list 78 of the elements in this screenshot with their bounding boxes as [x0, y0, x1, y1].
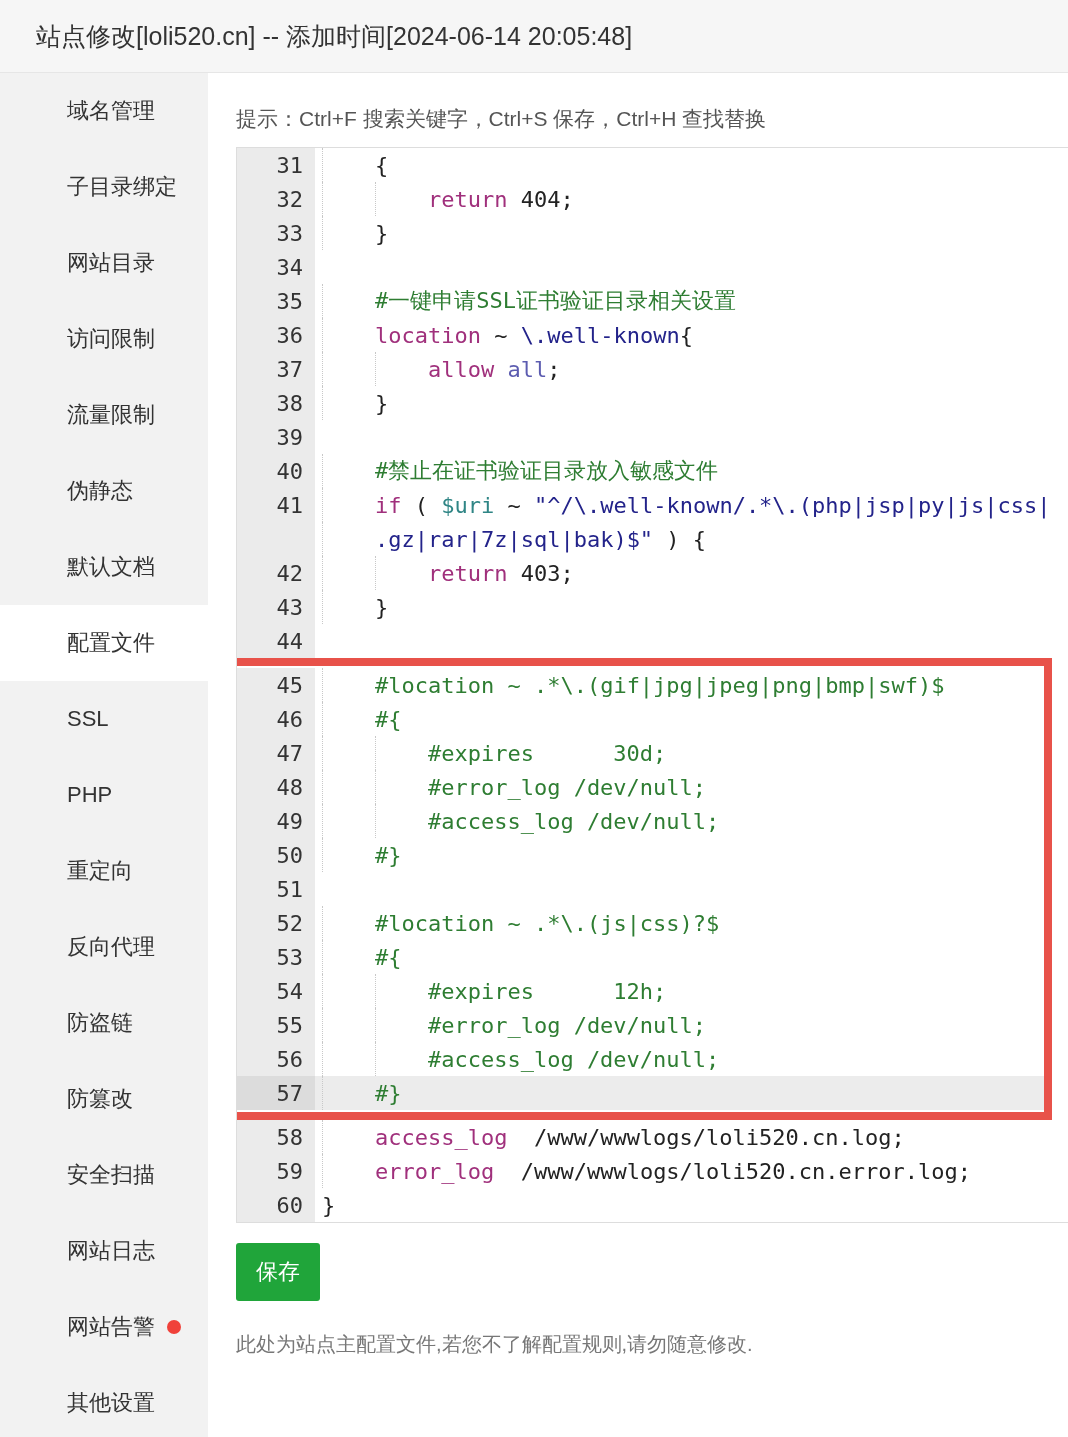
sidebar-item[interactable]: 防篡改 [0, 1061, 208, 1137]
sidebar-item[interactable]: PHP [0, 757, 208, 833]
sidebar-item[interactable]: 网站日志 [0, 1213, 208, 1289]
note-text: 此处为站点主配置文件,若您不了解配置规则,请勿随意修改. [236, 1332, 754, 1357]
line-number: 47 [237, 736, 315, 770]
line-number: 45 [237, 668, 315, 702]
line-number: 42 [237, 556, 315, 590]
code-line: #一键申请SSL证书验证目录相关设置 [315, 284, 736, 318]
window-title: 站点修改[loli520.cn] -- 添加时间[2024-06-14 20:05:48] [0, 0, 1068, 73]
hint-text: 提示：Ctrl+F 搜索关键字，Ctrl+S 保存，Ctrl+H 查找替换 [236, 106, 768, 132]
code-line: #{ [315, 702, 402, 736]
line-number: 43 [237, 590, 315, 624]
code-line: #location ~ .*\.(gif|jpg|jpeg|png|bmp|swf)$ [315, 668, 945, 702]
code-line: allow all; [315, 352, 561, 386]
line-number: 49 [237, 804, 315, 838]
code-line: #{ [315, 940, 402, 974]
line-number: 36 [237, 318, 315, 352]
code-line: #禁止在证书验证目录放入敏感文件 [315, 454, 719, 488]
code-line: location ~ \.well-known{ [315, 318, 693, 352]
sidebar-item[interactable]: 默认文档 [0, 529, 208, 605]
line-number: 41 [237, 488, 315, 522]
line-number: 60 [237, 1188, 315, 1222]
code-line: } [315, 216, 389, 250]
code-line: } [321, 1191, 336, 1220]
code-line: } [315, 590, 389, 624]
code-line: if ( $uri ~ "^/\.well-known/.*\.(php|jsp|py|js|css| [315, 488, 1051, 522]
line-number: 53 [237, 940, 315, 974]
code-editor[interactable] [236, 147, 1068, 1223]
code-line: #error_log /dev/null; [315, 770, 707, 804]
line-number: 44 [237, 624, 315, 658]
line-number: 46 [237, 702, 315, 736]
code-line: } [315, 386, 389, 420]
line-number: 57 [237, 1076, 315, 1110]
line-number: 39 [237, 420, 315, 454]
sidebar-item[interactable]: 防盗链 [0, 985, 208, 1061]
sidebar-item[interactable]: 域名管理 [0, 73, 208, 149]
code-line: #access_log /dev/null; [315, 804, 720, 838]
code-line: error_log /www/wwwlogs/loli520.cn.error.log; [315, 1154, 971, 1188]
code-line: return 404; [315, 182, 574, 216]
code-line: return 403; [315, 556, 574, 590]
line-number: 58 [237, 1120, 315, 1154]
line-number: 51 [237, 872, 315, 906]
line-number: 34 [237, 250, 315, 284]
sidebar-item[interactable]: 安全扫描 [0, 1137, 208, 1213]
code-line: #error_log /dev/null; [315, 1008, 707, 1042]
sidebar-item[interactable]: 子目录绑定 [0, 149, 208, 225]
line-number: 33 [237, 216, 315, 250]
line-number: 52 [237, 906, 315, 940]
sidebar-item[interactable]: 其他设置 [0, 1365, 208, 1437]
sidebar-item[interactable]: SSL [0, 681, 208, 757]
code-line: { [315, 148, 389, 182]
line-number: 32 [237, 182, 315, 216]
sidebar-item[interactable]: 反向代理 [0, 909, 208, 985]
sidebar-item[interactable]: 网站告警 [0, 1289, 208, 1365]
sidebar-item[interactable]: 流量限制 [0, 377, 208, 453]
code-line: #expires 12h; [315, 974, 667, 1008]
line-number: 50 [237, 838, 315, 872]
code-line: access_log /www/wwwlogs/loli520.cn.log; [315, 1120, 905, 1154]
line-number: 37 [237, 352, 315, 386]
line-number: 59 [237, 1154, 315, 1188]
line-number: 38 [237, 386, 315, 420]
line-number: 48 [237, 770, 315, 804]
line-number: 55 [237, 1008, 315, 1042]
line-number: 31 [237, 148, 315, 182]
code-line: #} [315, 1076, 402, 1110]
sidebar-item[interactable]: 配置文件 [0, 605, 208, 681]
line-number: 40 [237, 454, 315, 488]
sidebar-item[interactable]: 访问限制 [0, 301, 208, 377]
line-number: 35 [237, 284, 315, 318]
sidebar-item[interactable]: 伪静态 [0, 453, 208, 529]
line-number: 56 [237, 1042, 315, 1076]
code-line: .gz|rar|7z|sql|bak)$" ) { [315, 522, 707, 556]
sidebar-item[interactable]: 重定向 [0, 833, 208, 909]
code-line: #location ~ .*\.(js|css)?$ [315, 906, 720, 940]
code-line: #} [315, 838, 402, 872]
line-number: 54 [237, 974, 315, 1008]
code-line: #expires 30d; [315, 736, 667, 770]
sidebar-item[interactable]: 网站目录 [0, 225, 208, 301]
